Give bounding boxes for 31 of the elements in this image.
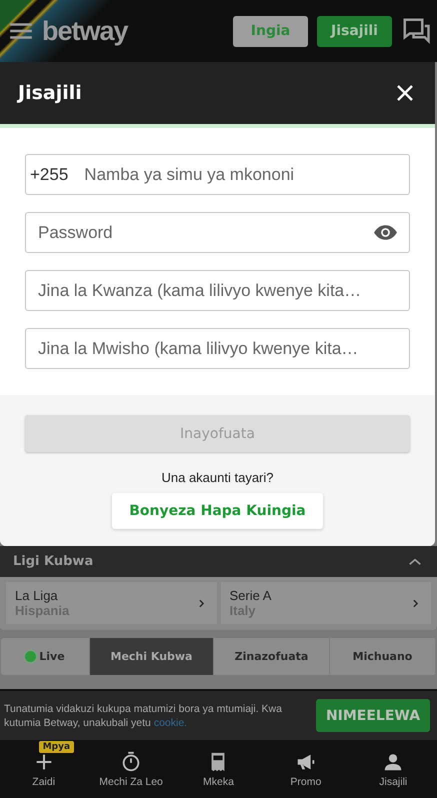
login-link[interactable]: Bonyeza Hapa Kuingia — [112, 493, 323, 529]
nav-item[interactable]: Mpya Zaidi — [4, 740, 84, 798]
modal-title: Jisajili — [18, 82, 82, 104]
league-name: La Liga — [15, 588, 59, 603]
league-name: Serie A — [230, 588, 272, 603]
phone-field[interactable]: +255 Namba ya simu ya mkononi — [25, 154, 410, 195]
text-input[interactable]: Jina la Mwisho (kama lilivyo kwenye kita… — [38, 338, 398, 358]
nav-item[interactable]: Jisajili — [353, 740, 434, 798]
section-header[interactable]: Ligi Kubwa — [0, 546, 437, 577]
accept-button[interactable]: NIMEELEWA — [316, 699, 430, 732]
chat-icon — [401, 16, 431, 46]
login-prompt: Una akaunti tayari? — [161, 470, 274, 485]
cookie-link[interactable]: cookie. — [154, 716, 188, 728]
tab[interactable]: Mechi Kubwa — [90, 638, 214, 675]
new-badge: Mpya — [38, 741, 74, 753]
text-input[interactable]: Password — [38, 222, 373, 242]
live-dot-icon — [25, 651, 36, 662]
tab[interactable]: Live — [1, 638, 90, 675]
text-input[interactable]: Jina la Kwanza (kama lilivyo kwenye kita… — [38, 280, 398, 300]
nav-item[interactable]: Mechi Za Leo — [91, 740, 172, 798]
text-input[interactable]: Namba ya simu ya mkononi — [84, 164, 398, 184]
nav-item[interactable]: Promo — [266, 740, 346, 798]
password-field[interactable]: Password — [25, 212, 410, 253]
name-field[interactable]: Jina la Mwisho (kama lilivyo kwenye kita… — [25, 328, 410, 369]
nav-item[interactable]: Mkeka — [178, 740, 258, 798]
cookie-notice: Tunatumia vidakuzi kukupa matumizi bora ya mtumiaji. Kwa kutumia Betway, unakubali yetu cookie. — [4, 702, 283, 730]
name-field[interactable]: Jina la Kwanza (kama lilivyo kwenye kita… — [25, 270, 410, 311]
logo[interactable]: betway — [42, 16, 128, 46]
country-code: +255 — [30, 164, 68, 184]
register-button[interactable]: Jisajili — [317, 16, 392, 46]
section-title: Ligi Kubwa — [13, 554, 94, 569]
